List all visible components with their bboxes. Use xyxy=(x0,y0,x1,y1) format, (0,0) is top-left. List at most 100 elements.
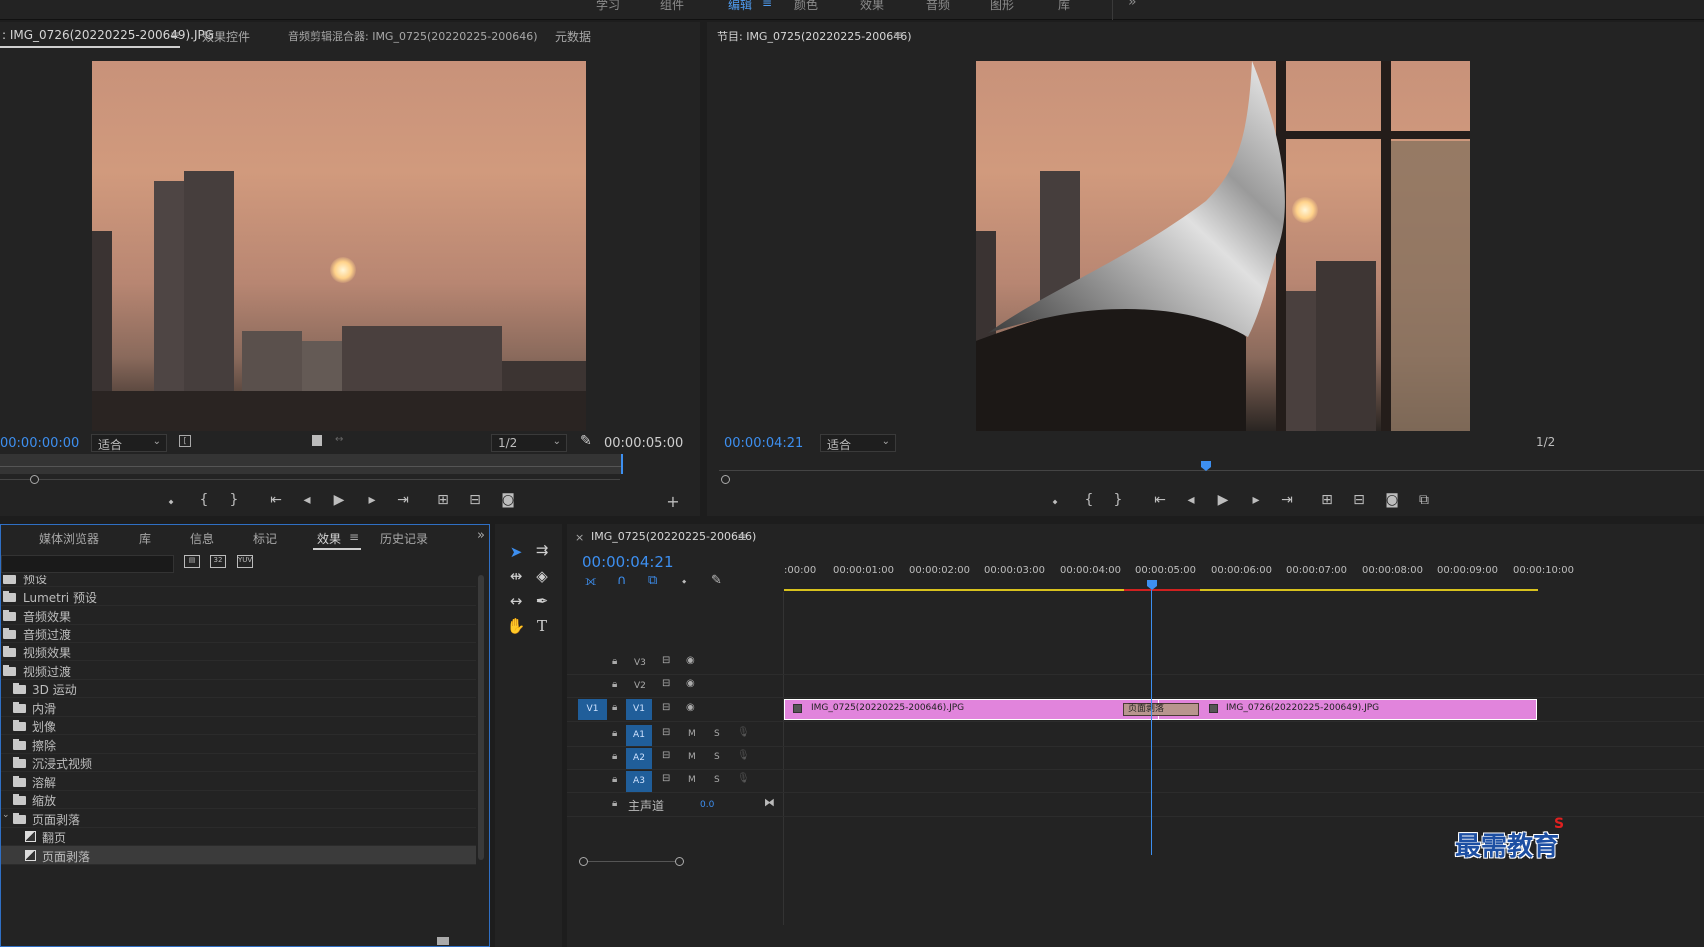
tab-source-clip[interactable]: : IMG_0726(20220225-200649).JPG xyxy=(2,28,214,42)
hand-tool-icon[interactable]: ✋ xyxy=(505,615,527,637)
lock-icon[interactable]: 🔒︎ xyxy=(612,751,617,762)
sync-lock-icon[interactable]: ⊟ xyxy=(662,702,670,713)
mute-button[interactable]: M xyxy=(688,729,696,739)
track-a1[interactable]: 🔒︎ A1 ⊟ M S 🎙︎ xyxy=(567,724,1704,747)
program-fit-dropdown[interactable]: 适合 ⌄ xyxy=(820,434,896,452)
sequence-tab[interactable]: IMG_0725(20220225-200646) xyxy=(591,530,756,543)
zoom-handle[interactable] xyxy=(579,857,588,866)
go-to-out-icon[interactable]: ⇥ xyxy=(392,492,414,508)
sequence-menu-icon[interactable]: ≡ xyxy=(737,530,747,544)
new-folder-icon[interactable] xyxy=(437,937,449,945)
tab-info[interactable]: 信息 xyxy=(190,530,214,547)
drag-audio-icon[interactable]: ↔ xyxy=(335,434,343,445)
tab-effects[interactable]: 效果 xyxy=(317,530,341,547)
microphone-icon[interactable]: 🎙︎ xyxy=(737,727,750,738)
workspace-menu-icon[interactable]: ≡ xyxy=(762,0,772,10)
tree-item-dissolve[interactable]: 溶解 xyxy=(1,772,476,791)
add-marker-icon[interactable]: ⬩ xyxy=(682,574,686,589)
go-to-end-icon[interactable]: ⧓ xyxy=(764,796,775,809)
export-frame-icon[interactable]: ◙ xyxy=(1381,492,1403,508)
type-tool-icon[interactable]: T xyxy=(531,615,553,637)
lock-icon[interactable]: 🔒︎ xyxy=(612,798,617,809)
microphone-icon[interactable]: 🎙︎ xyxy=(737,773,750,784)
source-timecode[interactable]: 00:00:00:00 xyxy=(0,436,79,451)
tree-item-iris[interactable]: 划像 xyxy=(1,716,476,735)
effects-scrollbar[interactable] xyxy=(478,575,484,860)
workspace-tab-assembly[interactable]: 组件 xyxy=(660,0,684,13)
tree-item-wipe[interactable]: 擦除 xyxy=(1,735,476,754)
wrench-icon[interactable]: ✎ xyxy=(580,433,592,449)
track-target-a1[interactable]: A1 xyxy=(626,725,652,746)
step-forward-icon[interactable]: ▸ xyxy=(361,492,383,508)
tab-metadata[interactable]: 元数据 xyxy=(555,28,591,45)
workspace-tab-effects[interactable]: 效果 xyxy=(860,0,884,13)
tree-item-presets[interactable]: 预设 xyxy=(1,575,476,587)
step-back-icon[interactable]: ◂ xyxy=(296,492,318,508)
add-button-icon[interactable]: + xyxy=(662,492,684,511)
nest-icon[interactable]: ⟗ xyxy=(585,574,596,589)
insert-icon[interactable]: ⊞ xyxy=(432,492,454,508)
ripple-edit-tool-icon[interactable]: ⇹ xyxy=(505,565,527,587)
source-patch-v1[interactable]: V1 xyxy=(578,699,607,720)
track-a3[interactable]: 🔒︎ A3 ⊟ M S 🎙︎ xyxy=(567,770,1704,793)
solo-button[interactable]: S xyxy=(714,752,720,762)
master-volume-value[interactable]: 0.0 xyxy=(700,800,714,810)
insert-edit-icon[interactable]: [ xyxy=(179,435,191,447)
32bit-effects-icon[interactable]: 32 xyxy=(210,555,226,568)
track-v1[interactable]: V1 🔒︎ V1 ⊟ ◉ IMG_0725(20220225-200646).J… xyxy=(567,698,1704,722)
lock-icon[interactable]: 🔒︎ xyxy=(612,728,617,739)
compare-view-icon[interactable]: ⧉ xyxy=(1413,492,1435,508)
mark-out-icon[interactable]: } xyxy=(223,492,245,508)
workspace-tab-graphics[interactable]: 图形 xyxy=(990,0,1014,13)
timeline-clip[interactable]: IMG_0725(20220225-200646).JPG xyxy=(784,699,1159,720)
mark-in-icon[interactable]: { xyxy=(1078,492,1100,508)
track-target-a3[interactable]: A3 xyxy=(626,771,652,792)
overflow-icon[interactable]: » xyxy=(477,528,485,543)
source-playhead[interactable] xyxy=(621,454,623,474)
workspace-tab-edit[interactable]: 编辑 xyxy=(728,0,752,13)
go-to-in-icon[interactable]: ⇤ xyxy=(265,492,287,508)
program-timecode[interactable]: 00:00:04:21 xyxy=(724,436,803,451)
source-ruler[interactable] xyxy=(0,454,622,474)
eye-icon[interactable]: ◉ xyxy=(686,655,695,666)
linked-selection-icon[interactable]: ⧉ xyxy=(648,573,657,588)
tree-item-page-turn[interactable]: 翻页 xyxy=(1,827,476,846)
tree-item-immersive-video[interactable]: 沉浸式视频 xyxy=(1,753,476,772)
mark-out-icon[interactable]: } xyxy=(1107,492,1129,508)
accelerated-effects-icon[interactable]: ▤ xyxy=(184,555,200,568)
track-target-v1[interactable]: V1 xyxy=(626,699,652,720)
lock-icon[interactable]: 🔒︎ xyxy=(612,679,617,690)
track-a2[interactable]: 🔒︎ A2 ⊟ M S 🎙︎ xyxy=(567,747,1704,770)
slip-tool-icon[interactable]: ↔ xyxy=(505,590,527,612)
program-title[interactable]: 节目: IMG_0725(20220225-200646) xyxy=(717,28,912,44)
export-frame-icon[interactable]: ◙ xyxy=(497,492,519,508)
source-resolution-dropdown[interactable]: 1/2 ⌄ xyxy=(491,434,567,452)
play-icon[interactable]: ▶ xyxy=(328,492,350,508)
transition-block[interactable]: 页面剥落 xyxy=(1123,703,1199,716)
source-zoom-bar[interactable] xyxy=(0,479,620,480)
chevron-down-icon[interactable]: ⌄ xyxy=(2,810,10,820)
selection-tool-icon[interactable]: ➤ xyxy=(505,541,527,563)
timeline-ruler[interactable]: :00:00 00:00:01:00 00:00:02:00 00:00:03:… xyxy=(784,558,1704,592)
close-icon[interactable]: × xyxy=(575,531,584,544)
lift-icon[interactable]: ⊞ xyxy=(1316,492,1338,508)
play-icon[interactable]: ▶ xyxy=(1212,492,1234,508)
effects-menu-icon[interactable]: ≡ xyxy=(349,530,359,544)
timeline-timecode[interactable]: 00:00:04:21 xyxy=(582,553,674,571)
tree-item-audio-transitions[interactable]: 音频过渡 xyxy=(1,624,476,643)
workspace-tab-library[interactable]: 库 xyxy=(1058,0,1070,13)
timeline-zoom-bar[interactable] xyxy=(582,861,680,862)
add-marker-icon[interactable]: ⬩ xyxy=(160,494,182,510)
microphone-icon[interactable]: 🎙︎ xyxy=(737,750,750,761)
track-v2[interactable]: 🔒︎ V2 ⊟ ◉ xyxy=(567,675,1704,698)
tree-item-page-peel[interactable]: ⌄ 页面剥落 xyxy=(1,809,476,828)
tree-item-page-peel-effect[interactable]: 页面剥落 xyxy=(1,846,476,865)
track-v3[interactable]: 🔒︎ V3 ⊟ ◉ xyxy=(567,652,1704,675)
program-resolution-dropdown[interactable]: 1/2 xyxy=(1530,434,1606,452)
overwrite-icon[interactable]: ⊟ xyxy=(464,492,486,508)
zoom-handle[interactable] xyxy=(30,475,39,484)
razor-tool-icon[interactable]: ◈ xyxy=(531,565,553,587)
effects-search-input[interactable] xyxy=(1,555,174,573)
snap-icon[interactable]: ∩ xyxy=(617,573,627,588)
lock-icon[interactable]: 🔒︎ xyxy=(612,656,617,667)
